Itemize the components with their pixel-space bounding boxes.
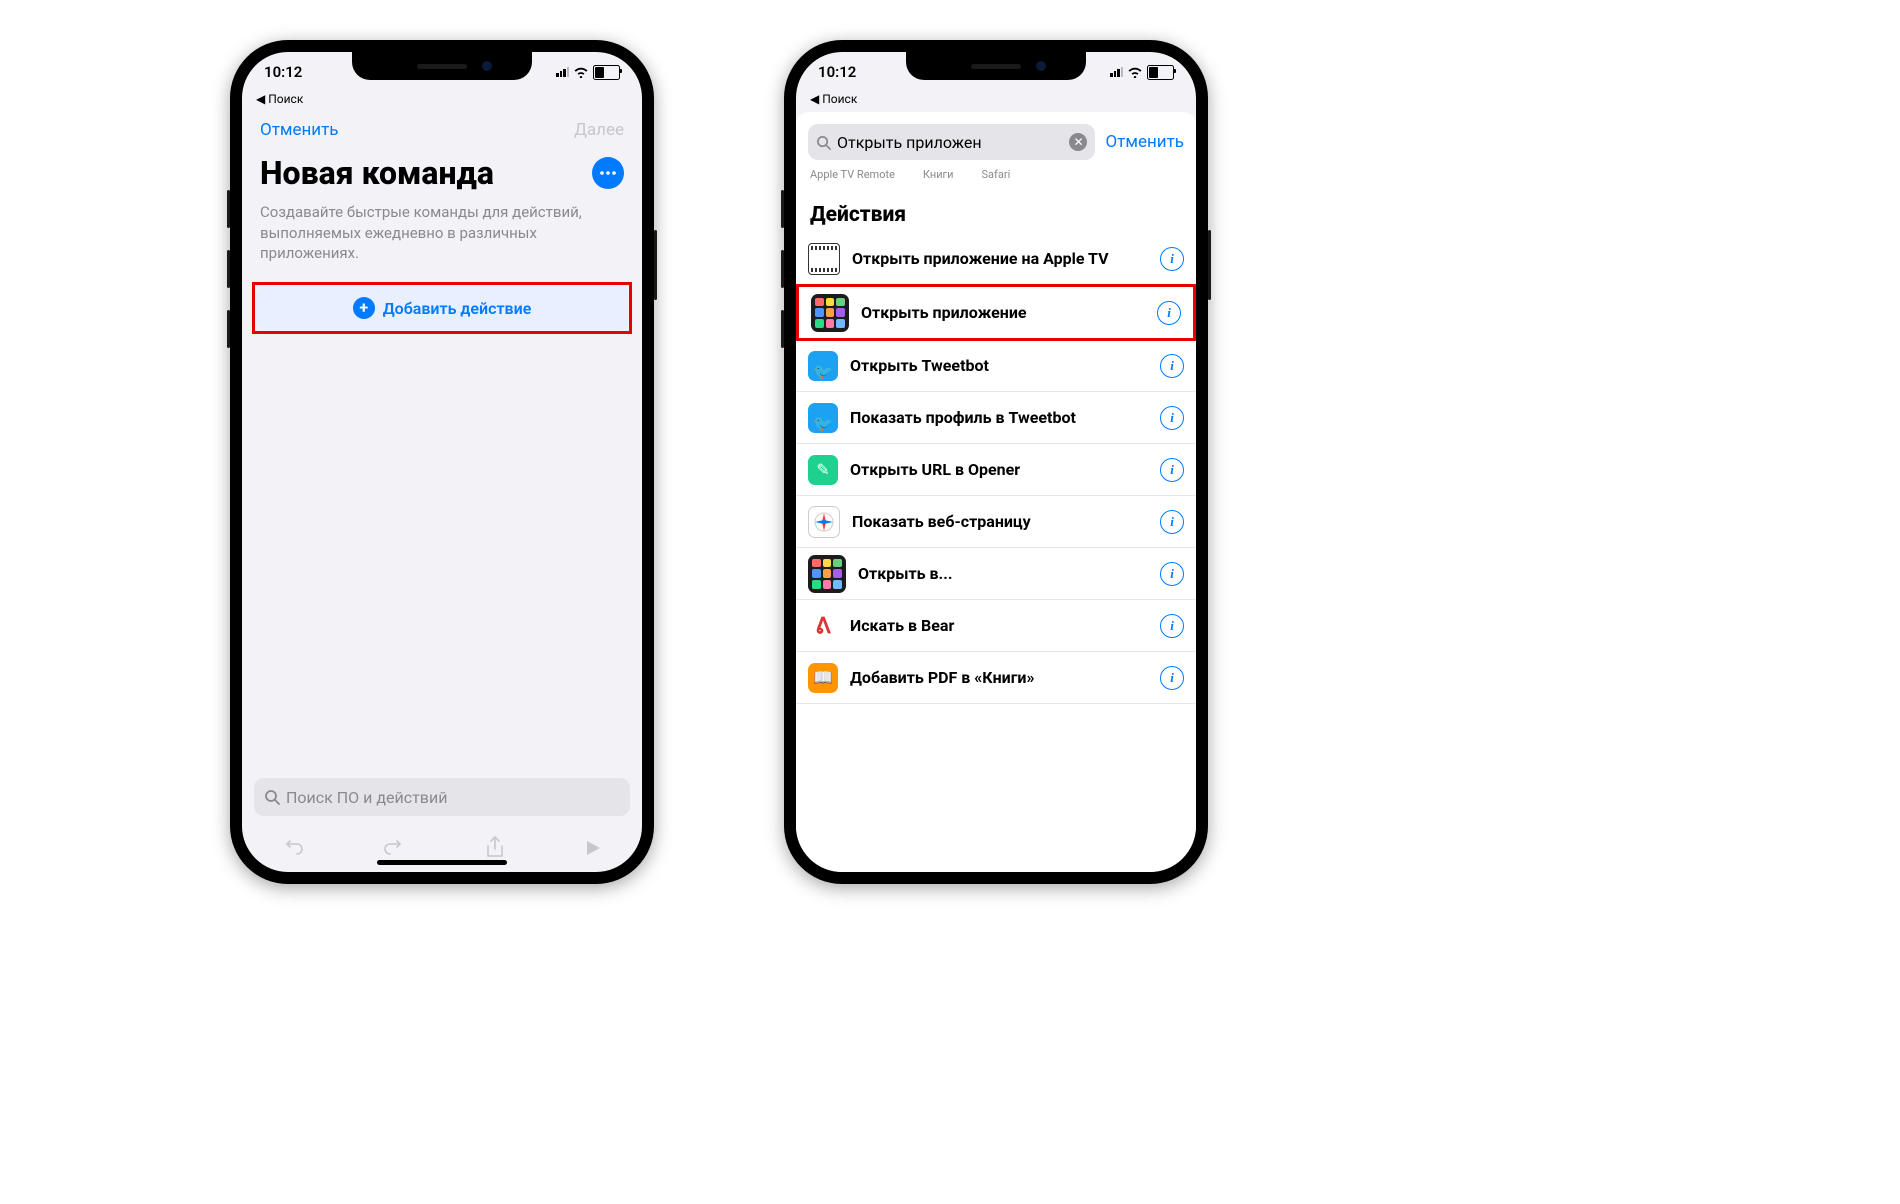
action-sheet: Открыть приложен ✕ Отменить Apple TV Rem… — [796, 112, 1196, 872]
suggestion-row: Apple TV Remote Книги Safari — [796, 168, 1196, 191]
more-button[interactable] — [592, 157, 624, 189]
search-icon — [816, 135, 831, 150]
battery-icon — [1147, 65, 1174, 80]
add-action-label: Добавить действие — [383, 299, 532, 318]
suggestion[interactable]: Книги — [923, 168, 954, 181]
action-row[interactable]: Показать веб-страницу i — [796, 496, 1196, 548]
search-input[interactable]: Открыть приложен ✕ — [808, 124, 1095, 160]
suggestion[interactable]: Safari — [982, 168, 1011, 181]
search-icon — [264, 789, 280, 805]
search-placeholder: Поиск ПО и действий — [286, 788, 447, 807]
home-indicator[interactable] — [377, 860, 507, 865]
clear-icon[interactable]: ✕ — [1069, 133, 1087, 151]
action-list: Открыть приложение на Apple TViОткрыть п… — [796, 233, 1196, 872]
action-row[interactable]: ✎ Открыть URL в Opener i — [796, 444, 1196, 496]
action-row[interactable]: Открыть приложение на Apple TV i — [796, 233, 1196, 285]
undo-icon[interactable] — [282, 837, 304, 859]
info-icon[interactable]: i — [1160, 406, 1184, 430]
action-row[interactable]: Открыть приложение i — [796, 284, 1196, 341]
action-row-label: Открыть URL в Opener — [850, 460, 1148, 479]
action-row-label: Открыть приложение на Apple TV — [852, 249, 1148, 268]
action-row[interactable]: 🐦 Открыть Tweetbot i — [796, 340, 1196, 392]
info-icon[interactable]: i — [1160, 666, 1184, 690]
back-breadcrumb[interactable]: ◀ Поиск — [242, 92, 642, 110]
saf-icon — [808, 506, 840, 538]
signal-icon — [556, 67, 569, 77]
action-row-label: Показать профиль в Tweetbot — [850, 408, 1148, 427]
section-title: Действия — [796, 191, 1196, 233]
add-action-button[interactable]: + Добавить действие — [256, 286, 628, 330]
action-row-label: Добавить PDF в «Книги» — [850, 668, 1148, 687]
back-breadcrumb[interactable]: ◀ Поиск — [796, 92, 1196, 110]
grid-icon — [811, 294, 849, 332]
page-title: Новая команда — [260, 154, 494, 192]
action-row-label: Открыть в... — [858, 564, 1148, 583]
open-icon: ✎ — [808, 455, 838, 485]
action-row[interactable]: Открыть в... i — [796, 548, 1196, 600]
ellipsis-icon — [599, 171, 617, 175]
notch — [352, 52, 532, 80]
grid-icon — [808, 555, 846, 593]
film-icon — [808, 243, 840, 275]
action-row-label: Открыть приложение — [861, 303, 1145, 322]
cancel-button[interactable]: Отменить — [260, 120, 339, 140]
info-icon[interactable]: i — [1160, 614, 1184, 638]
action-row-label: Открыть Tweetbot — [850, 356, 1148, 375]
action-row[interactable]: 🐦 Показать профиль в Tweetbot i — [796, 392, 1196, 444]
suggestion[interactable]: Apple TV Remote — [810, 168, 895, 181]
action-row[interactable]: 📖 Добавить PDF в «Книги» i — [796, 652, 1196, 704]
notch — [906, 52, 1086, 80]
tw-icon: 🐦 — [808, 351, 838, 381]
action-row[interactable]: ᕕ Искать в Bear i — [796, 600, 1196, 652]
plus-icon: + — [353, 297, 375, 319]
phone-mockup-right: 10:12 ◀ Поиск Открыть приложен ✕ Отменит… — [784, 40, 1208, 884]
action-row-label: Искать в Bear — [850, 616, 1148, 635]
battery-icon — [593, 65, 620, 80]
tw-icon: 🐦 — [808, 403, 838, 433]
phone-mockup-left: 10:12 ◀ Поиск Отменить Далее Новая коман… — [230, 40, 654, 884]
info-icon[interactable]: i — [1157, 301, 1181, 325]
info-icon[interactable]: i — [1160, 562, 1184, 586]
info-icon[interactable]: i — [1160, 510, 1184, 534]
play-icon[interactable] — [584, 839, 602, 857]
wifi-icon — [573, 66, 589, 78]
status-time: 10:12 — [264, 63, 302, 81]
share-icon[interactable] — [485, 836, 505, 860]
highlight-box: + Добавить действие — [252, 282, 632, 334]
page-subtitle: Создавайте быстрые команды для действий,… — [242, 202, 642, 282]
book-icon: 📖 — [808, 663, 838, 693]
signal-icon — [1110, 67, 1123, 77]
info-icon[interactable]: i — [1160, 354, 1184, 378]
info-icon[interactable]: i — [1160, 458, 1184, 482]
bear-icon: ᕕ — [808, 611, 838, 641]
cancel-button[interactable]: Отменить — [1105, 132, 1184, 152]
wifi-icon — [1127, 66, 1143, 78]
status-time: 10:12 — [818, 63, 856, 81]
search-input[interactable]: Поиск ПО и действий — [254, 778, 630, 816]
action-row-label: Показать веб-страницу — [852, 512, 1148, 531]
next-button[interactable]: Далее — [574, 120, 624, 140]
redo-icon[interactable] — [383, 837, 405, 859]
info-icon[interactable]: i — [1160, 247, 1184, 271]
search-query: Открыть приложен — [837, 133, 1063, 152]
